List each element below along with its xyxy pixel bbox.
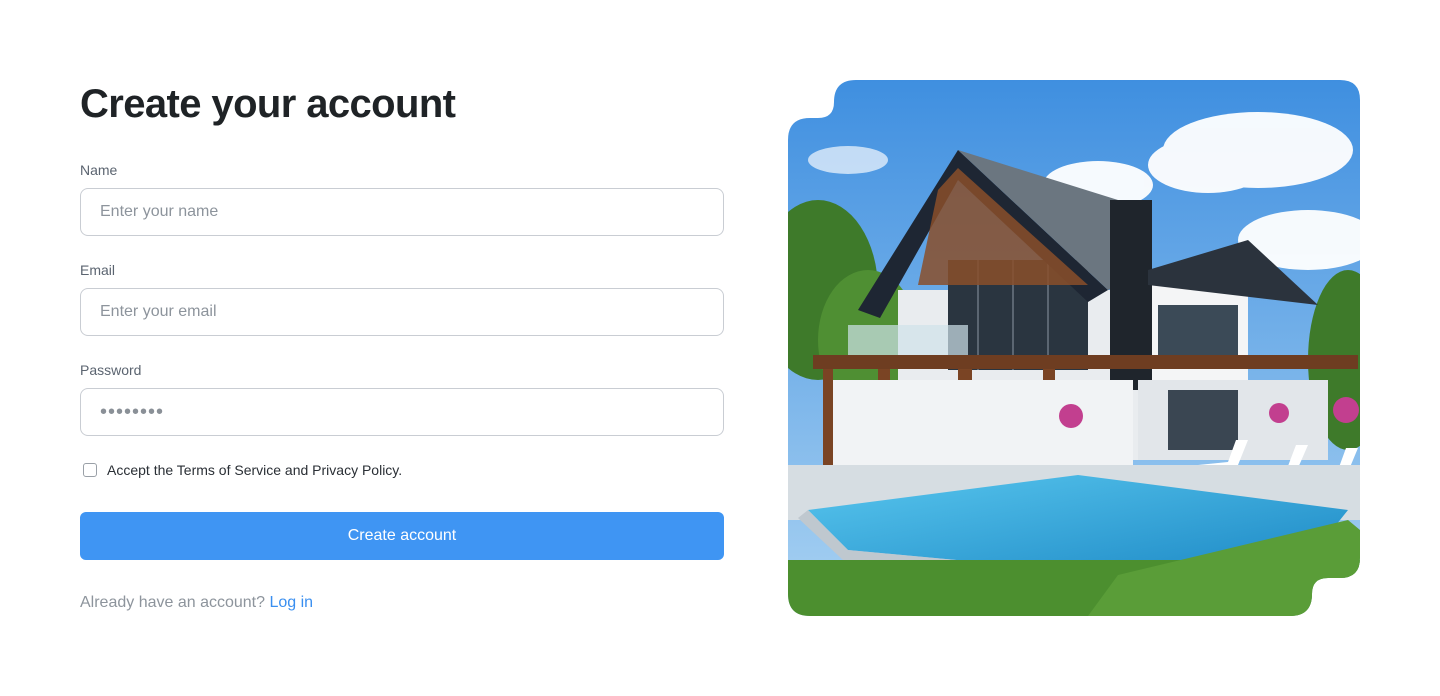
name-input[interactable] xyxy=(80,188,724,236)
create-account-button[interactable]: Create account xyxy=(80,512,724,560)
page-title: Create your account xyxy=(80,82,456,126)
password-label: Password xyxy=(80,362,142,378)
name-field-group: Name xyxy=(80,160,724,236)
hero-image xyxy=(788,80,1360,616)
terms-checkbox[interactable] xyxy=(83,463,97,477)
terms-row: Accept the Terms of Service and Privacy … xyxy=(80,460,402,480)
password-field-group: Password xyxy=(80,360,724,436)
house-illustration xyxy=(788,80,1360,616)
login-prompt-row: Already have an account? Log in xyxy=(80,594,313,612)
login-prompt-text: Already have an account? xyxy=(80,594,266,611)
name-label: Name xyxy=(80,162,118,178)
password-input[interactable] xyxy=(80,388,724,436)
signup-form: Create your account Name Email Password … xyxy=(80,80,724,611)
email-input[interactable] xyxy=(80,288,724,336)
email-field-group: Email xyxy=(80,260,724,336)
login-link[interactable]: Log in xyxy=(269,594,313,611)
email-label: Email xyxy=(80,262,116,278)
terms-label[interactable]: Accept the Terms of Service and Privacy … xyxy=(107,462,402,478)
